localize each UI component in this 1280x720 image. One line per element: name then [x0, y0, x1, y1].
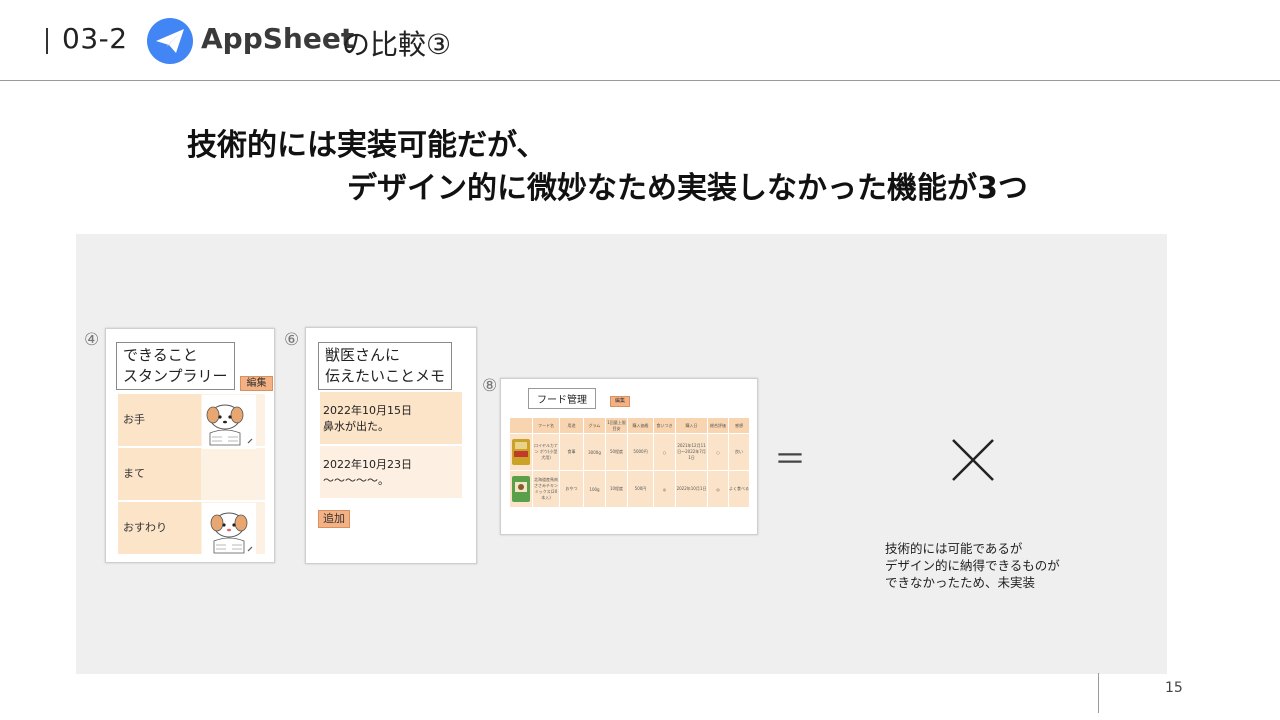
stamp-rally-title: できること スタンプラリー	[116, 342, 235, 390]
dog-stamp-icon	[202, 503, 256, 557]
treat-pack-icon	[512, 476, 530, 502]
stamp-row-label: おすわり	[123, 521, 167, 534]
table-cell: ○	[707, 433, 729, 471]
table-cell: ◎	[653, 470, 676, 508]
stamp-row[interactable]: まて	[118, 448, 265, 500]
appsheet-logo-icon	[147, 18, 193, 64]
headline-line-1: 技術的には実装可能だが、	[187, 128, 547, 163]
memo-text: 〜〜〜〜〜。	[323, 474, 389, 487]
table-cell: ◎	[707, 470, 729, 508]
stamp-edit-button[interactable]: 編集	[240, 376, 273, 391]
page-number: 15	[1165, 680, 1183, 696]
not-implemented-note: 技術的には可能であるが デザイン的に納得できるものが できなかったため、未実装	[885, 540, 1060, 591]
stamp-rally-card: できること スタンプラリー 編集 お手 まて おすわり	[105, 328, 275, 563]
equals-sign: ＝	[774, 440, 807, 478]
header-divider	[0, 80, 1280, 81]
memo-date: 2022年10月15日	[323, 404, 412, 417]
note-line-3: できなかったため、未実装	[885, 575, 1036, 590]
feature-number-8: ⑧	[482, 376, 498, 396]
vet-memo-card: 獣医さんに 伝えたいことメモ 2022年10月15日 鼻水が出た。 2022年1…	[305, 327, 477, 564]
table-cell: 良い	[728, 433, 750, 471]
memo-date: 2022年10月23日	[323, 458, 412, 471]
footer-divider	[1098, 673, 1099, 713]
table-cell: 50程度	[605, 433, 628, 471]
food-management-title: フード管理	[528, 388, 596, 409]
dog-food-bag-icon	[512, 439, 530, 465]
section-number: 03-2	[62, 22, 128, 55]
vet-memo-title-line-2: 伝えたいことメモ	[325, 367, 446, 385]
table-cell: ロイヤルカナン ボウ(小型犬用)	[532, 433, 560, 471]
slide-header: 03-2 AppSheet の比較③	[0, 0, 1280, 80]
stamp-row-label: まて	[123, 467, 145, 480]
column-header: 購入価格	[627, 417, 654, 434]
note-line-1: 技術的には可能であるが	[885, 541, 1023, 556]
stamp-rally-title-line-2: スタンプラリー	[123, 367, 228, 385]
table-cell: ○	[653, 433, 676, 471]
food-edit-button[interactable]: 編集	[610, 396, 630, 407]
vet-memo-title-line-1: 獣医さんに	[325, 346, 401, 364]
headline-line-2: デザイン的に微妙なため実装しなかった機能が3つ	[347, 171, 1028, 206]
food-image-cell	[509, 470, 533, 508]
food-table: フード名 用途 グラム 1回量上限目安 購入価格 食いつき 購入日 総合評価 感…	[509, 417, 750, 508]
table-cell: 2022年10月1日	[675, 470, 708, 508]
table-cell: 100g	[583, 470, 606, 508]
app-name: AppSheet	[201, 22, 355, 55]
table-cell: 食事	[559, 433, 584, 471]
table-row[interactable]: 北海道産馬肉 ささみチキン ミックス(20本入) おやつ 100g 10程度 5…	[509, 470, 750, 508]
column-header	[509, 417, 533, 434]
table-cell: 500円	[627, 470, 654, 508]
table-cell: 2021年12月11日〜2022年7月1日	[675, 433, 708, 471]
stamp-row-label: お手	[123, 413, 145, 426]
table-cell: 北海道産馬肉 ささみチキン ミックス(20本入)	[532, 470, 560, 508]
column-header: フード名	[532, 417, 560, 434]
note-line-2: デザイン的に納得できるものが	[885, 558, 1060, 573]
column-header: 用途	[559, 417, 584, 434]
column-header: 購入日	[675, 417, 708, 434]
column-header: 感想	[728, 417, 750, 434]
table-cell: 3000g	[583, 433, 606, 471]
stamp-rally-title-line-1: できること	[123, 346, 198, 364]
memo-item[interactable]: 2022年10月15日 鼻水が出た。	[320, 392, 462, 444]
memo-text: 鼻水が出た。	[323, 420, 389, 433]
column-header: 総合評価	[707, 417, 729, 434]
table-row[interactable]: ロイヤルカナン ボウ(小型犬用) 食事 3000g 50程度 5000円 ○ 2…	[509, 433, 750, 471]
food-table-header: フード名 用途 グラム 1回量上限目安 購入価格 食いつき 購入日 総合評価 感…	[509, 417, 750, 434]
table-cell: おやつ	[559, 470, 584, 508]
header-accent-bar	[46, 28, 48, 54]
food-management-card: フード管理 編集 フード名 用途 グラム 1回量上限目安 購入価格 食いつき 購…	[500, 378, 758, 535]
dog-stamp-icon	[202, 395, 256, 449]
feature-number-4: ④	[84, 330, 100, 350]
food-image-cell	[509, 433, 533, 471]
stamp-slot	[201, 448, 265, 500]
vet-memo-title: 獣医さんに 伝えたいことメモ	[318, 342, 453, 390]
column-header: 1回量上限目安	[605, 417, 628, 434]
column-header: 食いつき	[653, 417, 676, 434]
table-cell: よく食べる	[728, 470, 750, 508]
table-cell: 5000円	[627, 433, 654, 471]
memo-add-button[interactable]: 追加	[318, 510, 350, 528]
feature-number-6: ⑥	[284, 330, 300, 350]
cross-icon	[952, 439, 994, 481]
column-header: グラム	[583, 417, 606, 434]
header-title-suffix: の比較③	[342, 28, 452, 61]
table-cell: 10程度	[605, 470, 628, 508]
memo-item[interactable]: 2022年10月23日 〜〜〜〜〜。	[320, 446, 462, 498]
